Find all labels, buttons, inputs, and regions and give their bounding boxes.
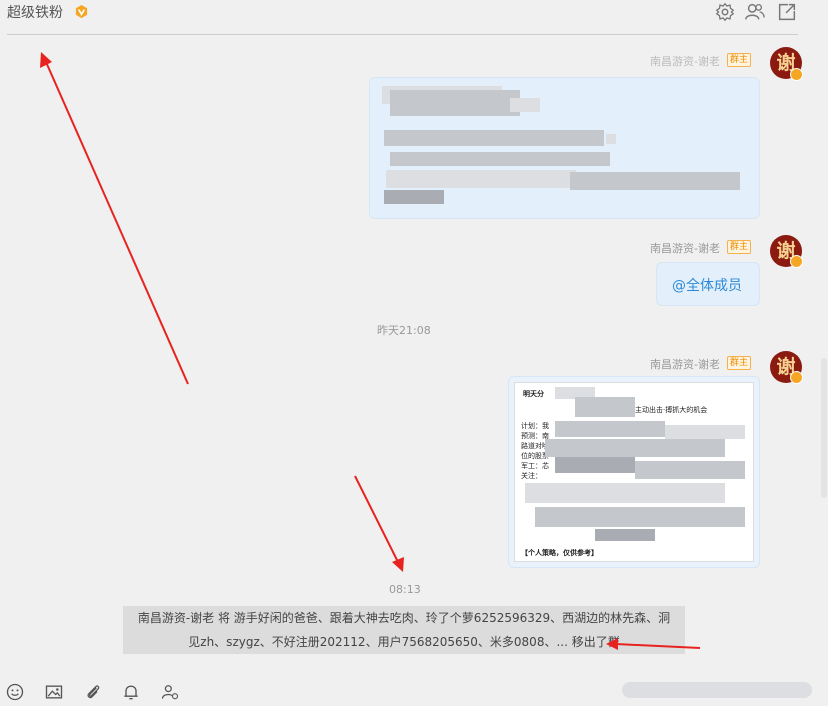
mention-icon[interactable] [160,682,180,702]
annotation-arrow [354,475,404,572]
owner-badge: 群主 [727,53,752,67]
group-title[interactable]: 超级铁粉 [7,2,63,22]
timestamp-yesterday: 昨天21:08 [377,324,431,337]
message-bubble-mention[interactable]: @全体成员 [656,262,760,306]
message-bubble-blurred[interactable] [369,77,760,219]
system-notice-removed: 南昌游资-谢老 将 游手好闲的爸爸、跟着大神去吃肉、玲了个萝6252596329… [123,606,685,654]
image-footer-text: 【个人策略，仅供参考】 [521,549,598,557]
image-text: 明天分 [523,390,544,398]
image-text: 主动出击·搏抓大的机会 [635,406,708,414]
owner-badge: 群主 [727,356,752,370]
blurred-text [535,507,745,527]
blurred-text [555,421,665,437]
blurred-text [665,425,745,439]
verified-icon [790,255,803,268]
shared-image[interactable]: 明天分 主动出击·搏抓大的机会 计划：我 预测：南 路道对哟 位的股票 军工：芯… [514,382,754,562]
notice-line-2: 见zh、szygz、不好注册202112、用户7568205650、米多0808… [188,635,620,649]
sender-name[interactable]: 南昌游资-谢老 [620,356,720,372]
blurred-text [390,90,520,116]
mention-all-text[interactable]: @全体成员 [672,275,742,295]
settings-icon[interactable] [714,1,736,23]
blurred-text [545,439,725,457]
verified-icon [790,371,803,384]
blurred-text [635,461,745,479]
blurred-text [386,170,576,188]
owner-badge: 群主 [727,240,752,254]
blurred-text [510,98,540,112]
blurred-text [390,152,610,166]
verified-icon [790,68,803,81]
blurred-text [606,134,616,144]
annotation-arrow [40,52,189,385]
image-text: 军工：芯 [521,462,549,470]
scroll-thumb[interactable] [821,358,827,498]
blurred-text [525,483,725,503]
blurred-text [575,397,635,417]
blurred-text [555,457,635,473]
sender-name[interactable]: 南昌游资-谢老 [620,240,720,256]
members-icon[interactable] [744,1,766,23]
message-bubble-image[interactable]: 明天分 主动出击·搏抓大的机会 计划：我 预测：南 路道对哟 位的股票 军工：芯… [508,376,760,568]
share-icon[interactable] [776,1,798,23]
blurred-text [384,130,604,146]
blurred-text [570,172,740,190]
notice-line-1: 南昌游资-谢老 将 游手好闲的爸爸、跟着大神去吃肉、玲了个萝6252596329… [137,611,671,625]
header-divider [7,34,798,35]
blurred-text [622,682,812,698]
image-text: 关注： [521,472,542,480]
blurred-text [384,190,444,204]
chat-header: 超级铁粉 [0,0,828,34]
image-text: 计划：我 [521,422,549,430]
input-toolbar [0,676,828,706]
emoji-icon[interactable] [5,682,25,702]
bell-icon[interactable] [121,682,141,702]
sender-name[interactable]: 南昌游资-谢老 [620,53,720,69]
vip-badge-icon [75,4,88,19]
chat-scrollbar[interactable] [820,40,828,640]
attachment-icon[interactable] [83,682,103,702]
blurred-text [595,529,655,541]
image-icon[interactable] [44,682,64,702]
timestamp-today: 08:13 [389,583,421,596]
